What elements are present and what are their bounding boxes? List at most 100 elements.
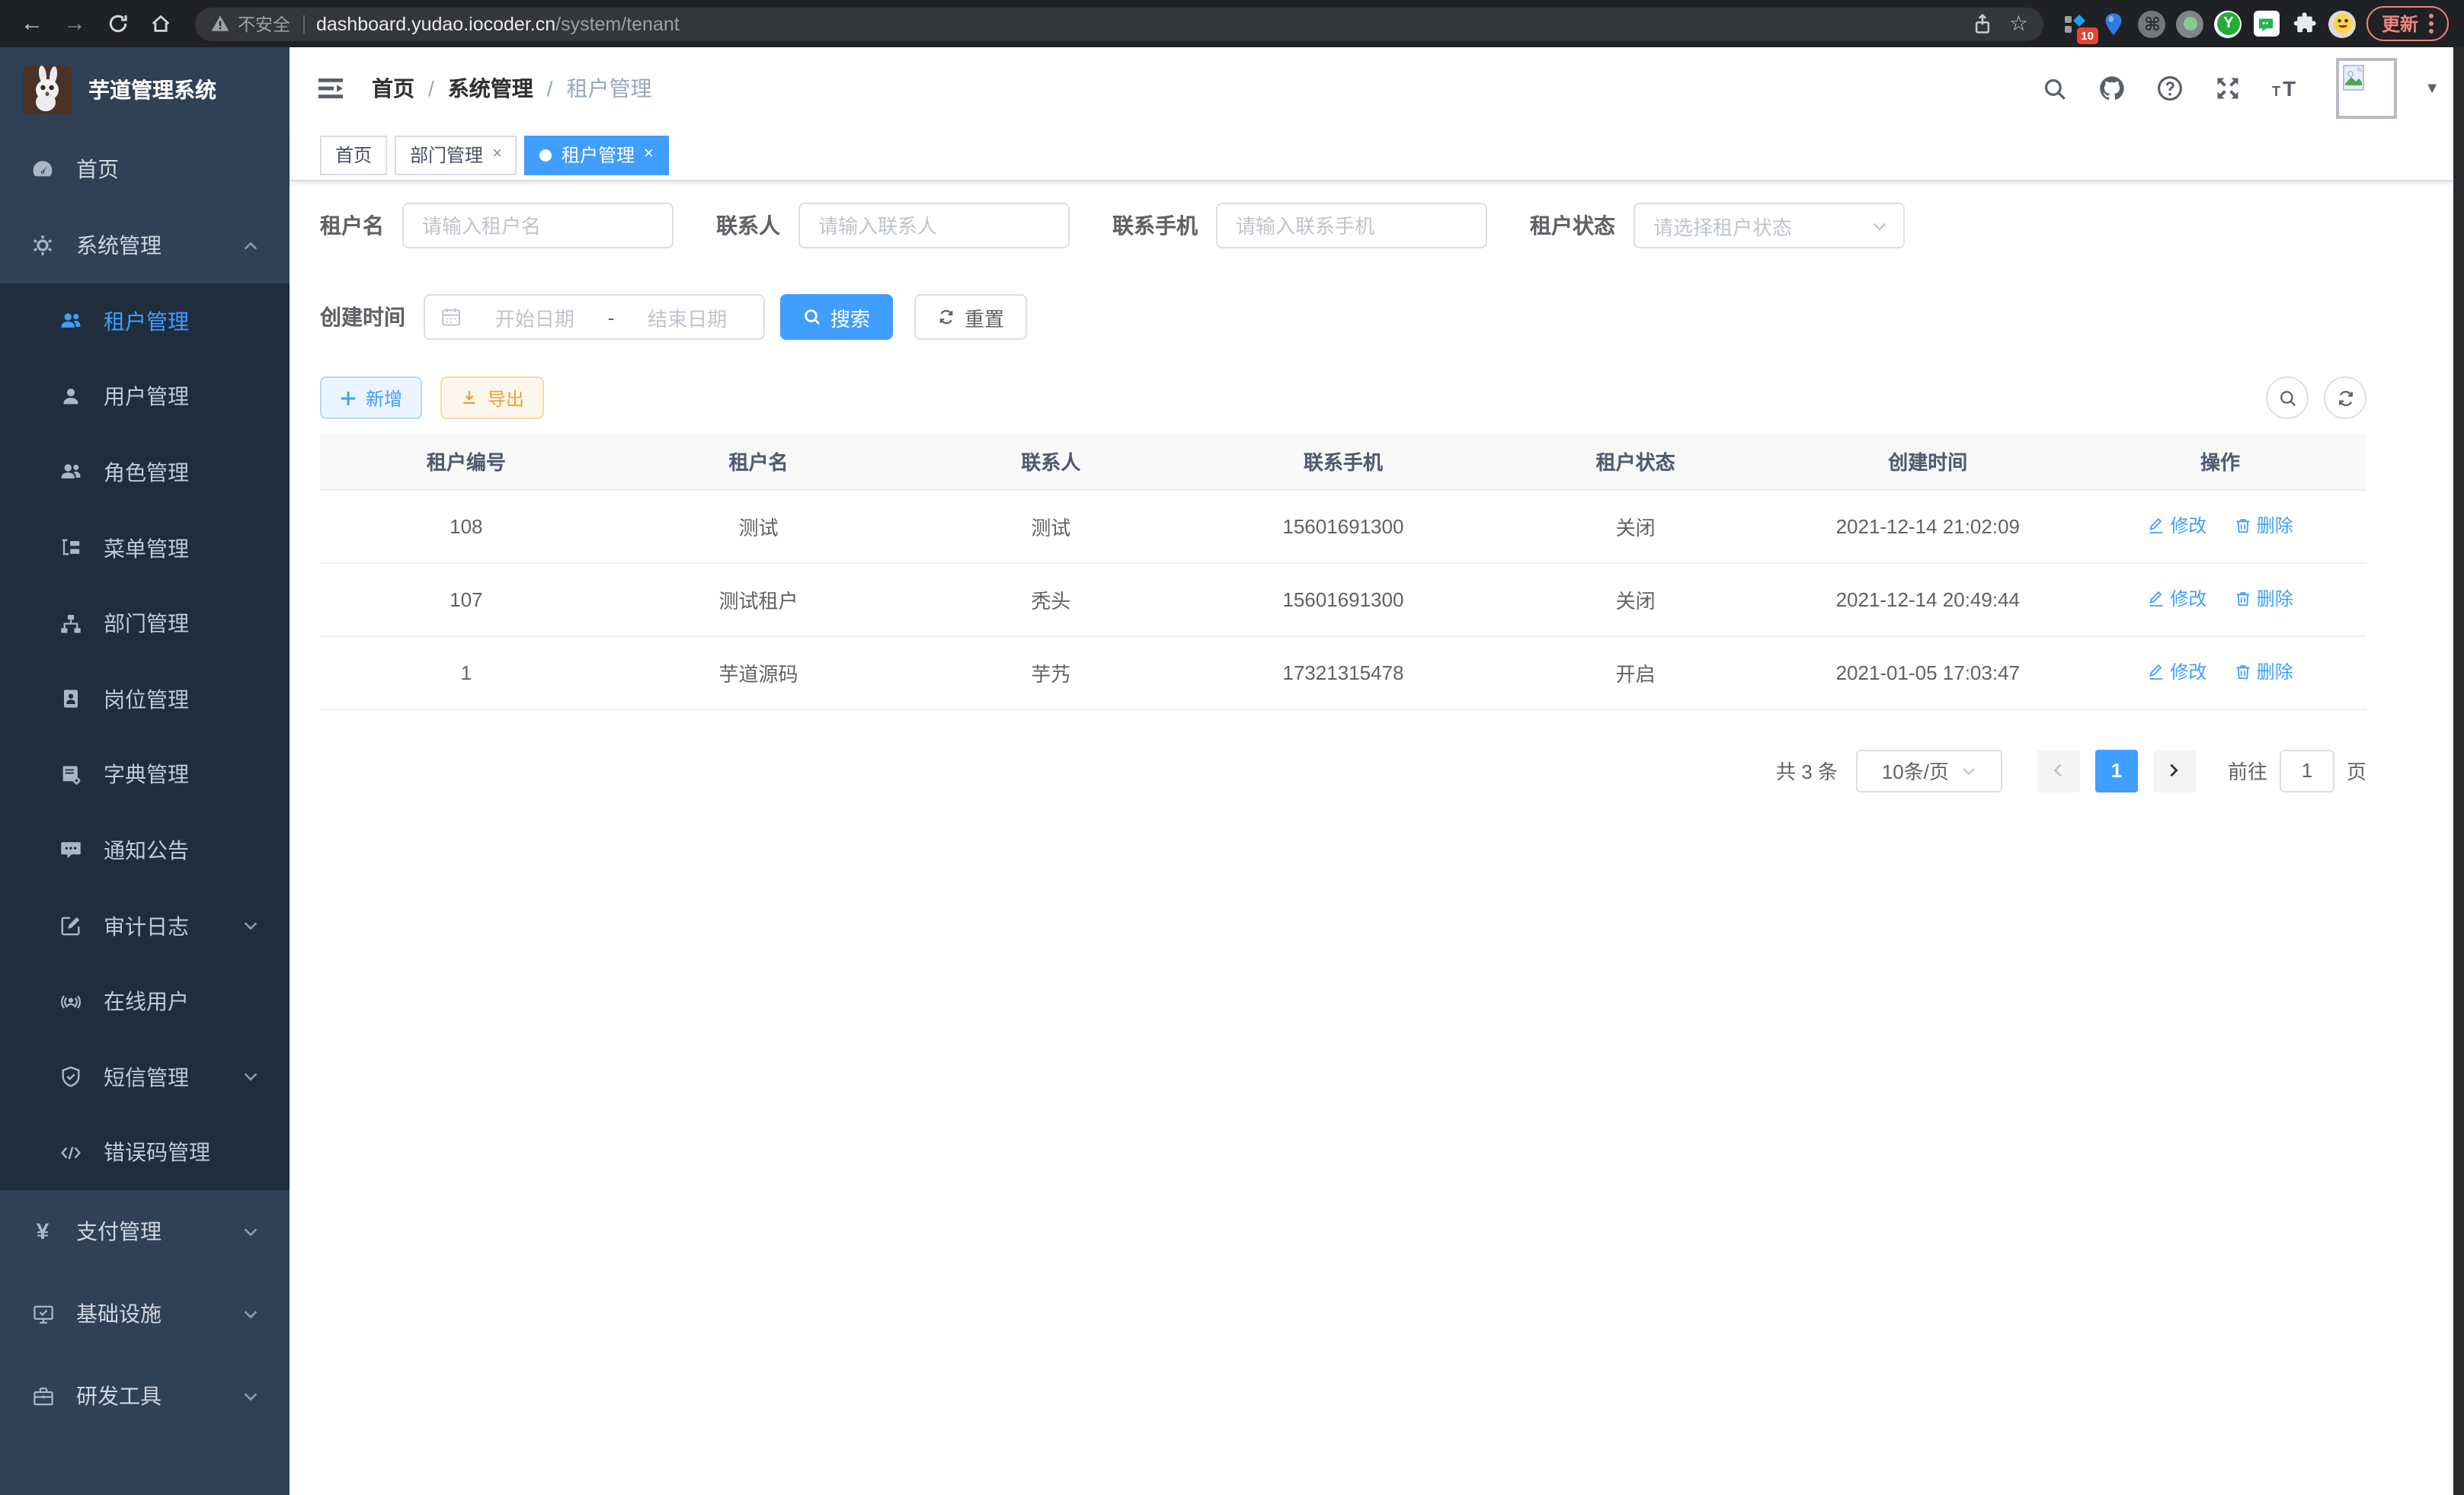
extensions-puzzle-icon[interactable] xyxy=(2290,9,2319,38)
edit-link[interactable]: 修改 xyxy=(2147,513,2206,539)
create-time-label: 创建时间 xyxy=(320,302,405,332)
delete-link[interactable]: 删除 xyxy=(2234,586,2293,612)
breadcrumb: 首页 / 系统管理 / 租户管理 xyxy=(372,73,652,104)
avatar-caret-icon[interactable]: ▼ xyxy=(2424,80,2440,97)
pagination-total: 共 3 条 xyxy=(1776,756,1838,785)
chevron-down-icon xyxy=(242,1223,259,1240)
browser-menu-icon[interactable] xyxy=(2429,14,2434,34)
sidebar-item-dict[interactable]: 字典管理 xyxy=(0,737,290,812)
refresh-button[interactable] xyxy=(2324,376,2366,419)
sidebar-group-payment[interactable]: ¥ 支付管理 xyxy=(0,1190,290,1273)
sidebar-item-error-code[interactable]: 错误码管理 xyxy=(0,1115,290,1190)
home-icon[interactable] xyxy=(143,7,177,40)
search-button[interactable]: 搜索 xyxy=(780,294,893,340)
status-select[interactable]: 请选择租户状态 xyxy=(1634,203,1905,248)
code-icon xyxy=(58,1141,82,1164)
hide-search-button[interactable] xyxy=(2266,376,2309,419)
sidebar-group-infra[interactable]: 基础设施 xyxy=(0,1273,290,1355)
sidebar-item-tenant[interactable]: 租户管理 xyxy=(0,283,290,359)
bookmark-star-icon[interactable]: ☆ xyxy=(2009,11,2028,37)
sidebar-item-label: 短信管理 xyxy=(104,1061,189,1092)
contact-input[interactable] xyxy=(798,203,1070,248)
cell-contact: 秃头 xyxy=(904,562,1197,635)
search-icon[interactable] xyxy=(2037,72,2071,105)
sidebar-item-audit-log[interactable]: 审计日志 xyxy=(0,888,290,964)
add-button[interactable]: 新增 xyxy=(320,376,422,419)
page-size-select[interactable]: 10条/页 xyxy=(1856,749,2002,792)
tag-tenant[interactable]: 租户管理 × xyxy=(525,135,669,174)
sidebar-item-sms[interactable]: 短信管理 xyxy=(0,1039,290,1115)
tenant-name-input[interactable] xyxy=(402,203,674,248)
goto-page-input[interactable] xyxy=(2280,749,2334,792)
export-button[interactable]: 导出 xyxy=(440,376,544,419)
extension-recorder-icon[interactable] xyxy=(2176,9,2205,38)
sidebar-collapse-icon[interactable] xyxy=(314,72,347,105)
app-logo-row[interactable]: 芋道管理系统 xyxy=(0,47,290,131)
breadcrumb-system[interactable]: 系统管理 xyxy=(448,73,533,104)
prev-page-button[interactable] xyxy=(2037,749,2080,792)
scrollbar-track[interactable] xyxy=(2453,47,2464,1495)
extension-command-icon[interactable]: ⌘ xyxy=(2138,9,2167,38)
address-bar[interactable]: 不安全 dashboard.yudao.iocoder.cn/system/te… xyxy=(195,7,2043,40)
status-label: 租户状态 xyxy=(1530,210,1615,241)
next-page-button[interactable] xyxy=(2153,749,2196,792)
sidebar-item-menu[interactable]: 菜单管理 xyxy=(0,511,290,586)
extension-chat-icon[interactable] xyxy=(2252,9,2281,38)
sidebar-item-home[interactable]: 首页 xyxy=(0,131,290,207)
sidebar-item-dept[interactable]: 部门管理 xyxy=(0,586,290,661)
help-icon[interactable] xyxy=(2153,72,2187,105)
org-tree-icon xyxy=(58,612,82,635)
page-unit-label: 页 xyxy=(2347,756,2366,785)
close-icon[interactable]: × xyxy=(492,146,502,163)
reset-button[interactable]: 重置 xyxy=(914,294,1027,340)
security-warning-icon[interactable] xyxy=(210,14,230,34)
mobile-input[interactable] xyxy=(1216,203,1487,248)
close-icon[interactable]: × xyxy=(644,146,654,163)
profile-avatar-icon[interactable] xyxy=(2328,9,2357,38)
fullscreen-icon[interactable] xyxy=(2211,72,2245,105)
goto-label: 前往 xyxy=(2228,756,2267,785)
browser-update-label: 更新 xyxy=(2382,11,2418,37)
sidebar-group-system[interactable]: 系统管理 xyxy=(0,207,290,283)
edit-link-label: 修改 xyxy=(2170,659,2206,685)
col-created: 创建时间 xyxy=(1781,434,2074,489)
sidebar-item-label: 角色管理 xyxy=(104,457,189,488)
sidebar-item-role[interactable]: 角色管理 xyxy=(0,434,290,510)
sidebar-item-online-users[interactable]: 在线用户 xyxy=(0,964,290,1039)
sidebar-group-devtools[interactable]: 研发工具 xyxy=(0,1355,290,1437)
delete-link[interactable]: 删除 xyxy=(2234,659,2293,685)
sidebar-item-user[interactable]: 用户管理 xyxy=(0,359,290,434)
security-label[interactable]: 不安全 xyxy=(238,11,290,36)
cell-tenant-id: 107 xyxy=(320,562,613,635)
sidebar-item-notice[interactable]: 通知公告 xyxy=(0,812,290,888)
share-icon[interactable] xyxy=(1973,13,1994,34)
extension-tabs-icon[interactable]: 10 xyxy=(2062,9,2091,38)
extension-balloon-icon[interactable] xyxy=(2100,9,2129,38)
avatar[interactable] xyxy=(2336,58,2397,119)
edit-link[interactable]: 修改 xyxy=(2147,659,2206,685)
back-icon[interactable]: ← xyxy=(15,7,49,40)
tag-home[interactable]: 首页 xyxy=(320,135,387,174)
edit-link[interactable]: 修改 xyxy=(2147,586,2206,612)
cell-mobile: 15601691300 xyxy=(1197,562,1490,635)
forward-icon[interactable]: → xyxy=(58,7,91,40)
delete-link[interactable]: 删除 xyxy=(2234,513,2293,539)
url-host: dashboard.yudao.iocoder.cn xyxy=(316,13,555,34)
url-text[interactable]: dashboard.yudao.iocoder.cn/system/tenant xyxy=(316,13,680,34)
github-icon[interactable] xyxy=(2095,72,2129,105)
date-range-picker[interactable]: 开始日期 - 结束日期 xyxy=(424,294,765,340)
reload-icon[interactable] xyxy=(101,7,134,40)
extension-y-icon[interactable]: Y xyxy=(2214,9,2243,38)
sidebar-item-post[interactable]: 岗位管理 xyxy=(0,661,290,737)
font-size-icon[interactable]: TT xyxy=(2269,72,2302,105)
page-number-1[interactable]: 1 xyxy=(2095,749,2138,792)
search-button-label: 搜索 xyxy=(830,303,870,331)
browser-update-button[interactable]: 更新 xyxy=(2366,6,2449,41)
tags-view-bar: 首页 部门管理 × 租户管理 × xyxy=(290,130,2464,181)
tag-dept[interactable]: 部门管理 × xyxy=(395,135,517,174)
sidebar-item-label: 用户管理 xyxy=(104,382,189,412)
table-header-row: 租户编号 租户名 联系人 联系手机 租户状态 创建时间 操作 xyxy=(320,434,2366,489)
sidebar-item-label: 首页 xyxy=(76,154,119,184)
breadcrumb-home[interactable]: 首页 xyxy=(372,73,414,104)
chevron-up-icon xyxy=(242,237,259,254)
